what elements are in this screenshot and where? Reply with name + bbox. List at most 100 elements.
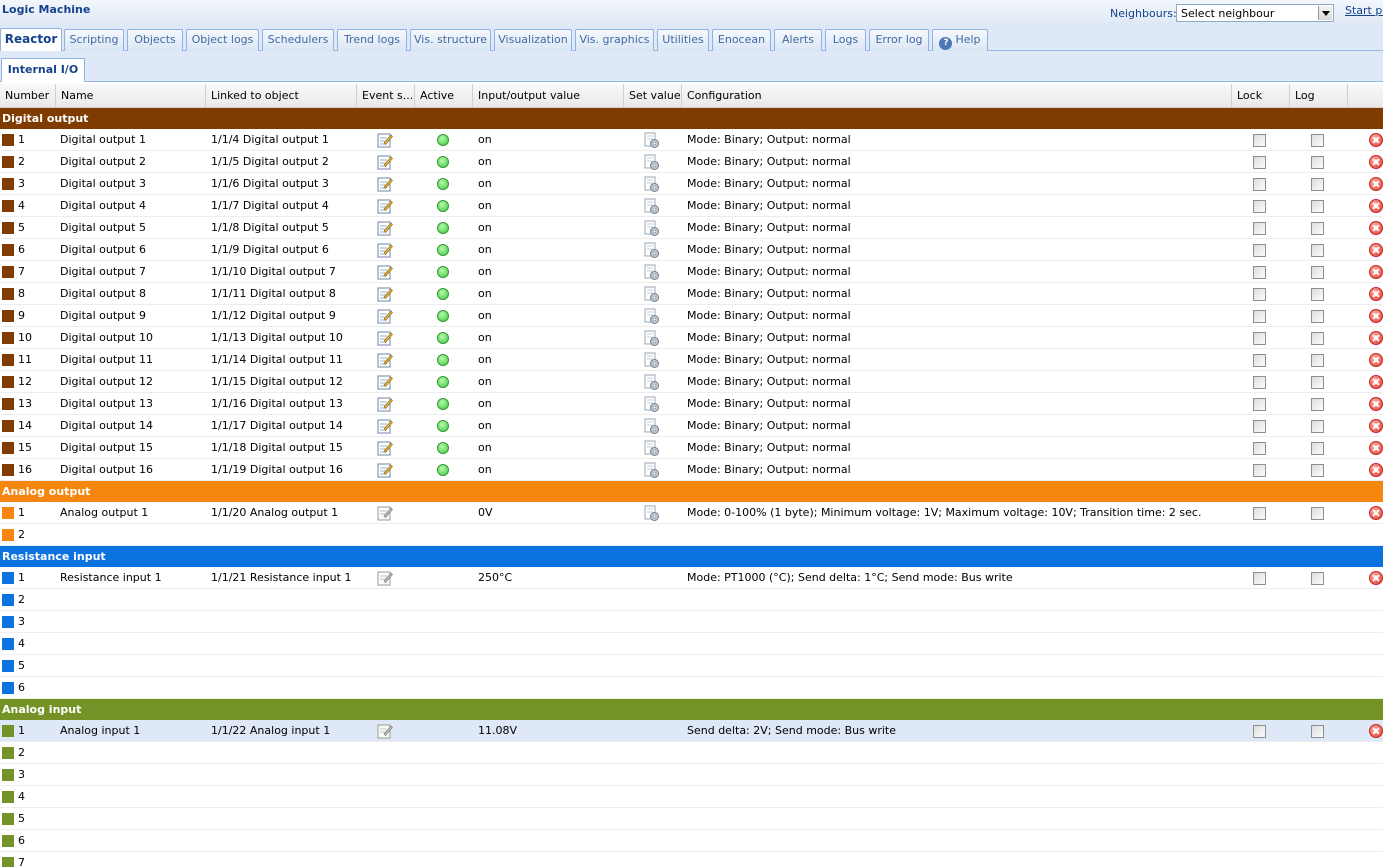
col-event-script[interactable]: Event s... xyxy=(357,84,415,108)
table-row[interactable]: 1 Analog output 1 1/1/20 Analog output 1 0V… xyxy=(0,502,1383,524)
table-row[interactable]: 8 Digital output 8 1/1/11 Digital output 8… xyxy=(0,283,1383,305)
delete-icon[interactable] xyxy=(1369,265,1383,279)
set-value-icon[interactable] xyxy=(643,462,660,479)
log-checkbox[interactable] xyxy=(1311,310,1324,323)
table-row[interactable]: 12 Digital output 12 1/1/15 Digital output… xyxy=(0,371,1383,393)
table-row[interactable]: 3 xyxy=(0,611,1383,633)
lock-checkbox[interactable] xyxy=(1253,725,1266,738)
lock-checkbox[interactable] xyxy=(1253,420,1266,433)
log-checkbox[interactable] xyxy=(1311,266,1324,279)
lock-checkbox[interactable] xyxy=(1253,178,1266,191)
start-page-link[interactable]: Start pa xyxy=(1345,4,1383,17)
lock-checkbox[interactable] xyxy=(1253,376,1266,389)
table-row[interactable]: 13 Digital output 13 1/1/16 Digital output… xyxy=(0,393,1383,415)
lock-checkbox[interactable] xyxy=(1253,507,1266,520)
col-io-value[interactable]: Input/output value xyxy=(473,84,624,108)
edit-script-icon[interactable] xyxy=(377,176,393,192)
table-row[interactable]: 11 Digital output 11 1/1/14 Digital output… xyxy=(0,349,1383,371)
delete-icon[interactable] xyxy=(1369,353,1383,367)
table-row[interactable]: 4 xyxy=(0,633,1383,655)
tab-object-logs[interactable]: Object logs xyxy=(186,29,259,51)
lock-checkbox[interactable] xyxy=(1253,354,1266,367)
table-row[interactable]: 7 Digital output 7 1/1/10 Digital output 7… xyxy=(0,261,1383,283)
table-row[interactable]: 3 Digital output 3 1/1/6 Digital output 3 o… xyxy=(0,173,1383,195)
table-row[interactable]: 1 Digital output 1 1/1/4 Digital output 1 o… xyxy=(0,129,1383,151)
set-value-icon[interactable] xyxy=(643,264,660,281)
lock-checkbox[interactable] xyxy=(1253,398,1266,411)
edit-script-icon[interactable] xyxy=(377,132,393,148)
delete-icon[interactable] xyxy=(1369,199,1383,213)
delete-icon[interactable] xyxy=(1369,463,1383,477)
edit-script-icon[interactable] xyxy=(377,352,393,368)
table-row[interactable]: 7 xyxy=(0,852,1383,867)
log-checkbox[interactable] xyxy=(1311,725,1324,738)
col-name[interactable]: Name xyxy=(56,84,206,108)
set-value-icon[interactable] xyxy=(643,396,660,413)
edit-script-icon[interactable] xyxy=(377,418,393,434)
tab-alerts[interactable]: Alerts xyxy=(774,29,822,51)
table-row[interactable]: 6 xyxy=(0,830,1383,852)
log-checkbox[interactable] xyxy=(1311,398,1324,411)
delete-icon[interactable] xyxy=(1369,724,1383,738)
edit-script-icon[interactable] xyxy=(377,286,393,302)
tab-utilities[interactable]: Utilities xyxy=(657,29,709,51)
log-checkbox[interactable] xyxy=(1311,442,1324,455)
delete-icon[interactable] xyxy=(1369,309,1383,323)
edit-script-icon[interactable] xyxy=(377,264,393,280)
lock-checkbox[interactable] xyxy=(1253,134,1266,147)
log-checkbox[interactable] xyxy=(1311,134,1324,147)
tab-reactor[interactable]: Reactor xyxy=(0,28,62,52)
set-value-icon[interactable] xyxy=(643,176,660,193)
edit-script-icon[interactable] xyxy=(377,462,393,478)
lock-checkbox[interactable] xyxy=(1253,310,1266,323)
tab-trend-logs[interactable]: Trend logs xyxy=(337,29,407,51)
lock-checkbox[interactable] xyxy=(1253,442,1266,455)
lock-checkbox[interactable] xyxy=(1253,572,1266,585)
edit-script-icon[interactable] xyxy=(377,440,393,456)
edit-script-icon[interactable] xyxy=(377,505,393,521)
col-log[interactable]: Log xyxy=(1290,84,1348,108)
table-row[interactable]: 9 Digital output 9 1/1/12 Digital output 9… xyxy=(0,305,1383,327)
set-value-icon[interactable] xyxy=(643,154,660,171)
tab-vis-structure[interactable]: Vis. structure xyxy=(410,29,491,51)
table-row[interactable]: 2 Digital output 2 1/1/5 Digital output 2 o… xyxy=(0,151,1383,173)
delete-icon[interactable] xyxy=(1369,133,1383,147)
edit-script-icon[interactable] xyxy=(377,308,393,324)
log-checkbox[interactable] xyxy=(1311,244,1324,257)
table-row[interactable]: 10 Digital output 10 1/1/13 Digital output… xyxy=(0,327,1383,349)
log-checkbox[interactable] xyxy=(1311,332,1324,345)
col-number[interactable]: Number xyxy=(0,84,56,108)
neighbour-select[interactable]: Select neighbour xyxy=(1176,4,1334,22)
log-checkbox[interactable] xyxy=(1311,288,1324,301)
tab-enocean[interactable]: Enocean xyxy=(712,29,771,51)
chevron-down-icon[interactable] xyxy=(1318,6,1332,20)
table-row[interactable]: 6 xyxy=(0,677,1383,699)
edit-script-icon[interactable] xyxy=(377,242,393,258)
table-row[interactable]: 16 Digital output 16 1/1/19 Digital output… xyxy=(0,459,1383,481)
table-row[interactable]: 5 xyxy=(0,655,1383,677)
edit-script-icon[interactable] xyxy=(377,374,393,390)
table-row[interactable]: 4 xyxy=(0,786,1383,808)
set-value-icon[interactable] xyxy=(643,220,660,237)
table-row[interactable]: 14 Digital output 14 1/1/17 Digital output… xyxy=(0,415,1383,437)
log-checkbox[interactable] xyxy=(1311,354,1324,367)
table-row[interactable]: 5 xyxy=(0,808,1383,830)
log-checkbox[interactable] xyxy=(1311,178,1324,191)
table-row[interactable]: 6 Digital output 6 1/1/9 Digital output 6 o… xyxy=(0,239,1383,261)
edit-script-icon[interactable] xyxy=(377,723,393,739)
log-checkbox[interactable] xyxy=(1311,222,1324,235)
tab-visualization[interactable]: Visualization xyxy=(494,29,572,51)
tab-internal-io[interactable]: Internal I/O xyxy=(1,58,85,82)
delete-icon[interactable] xyxy=(1369,243,1383,257)
tab-error-log[interactable]: Error log xyxy=(869,29,929,51)
table-row[interactable]: 5 Digital output 5 1/1/8 Digital output 5 o… xyxy=(0,217,1383,239)
set-value-icon[interactable] xyxy=(643,330,660,347)
log-checkbox[interactable] xyxy=(1311,507,1324,520)
delete-icon[interactable] xyxy=(1369,221,1383,235)
tab-scripting[interactable]: Scripting xyxy=(64,29,124,51)
table-row[interactable]: 2 xyxy=(0,589,1383,611)
edit-script-icon[interactable] xyxy=(377,330,393,346)
tab-help[interactable]: ? Help xyxy=(932,29,988,51)
delete-icon[interactable] xyxy=(1369,287,1383,301)
log-checkbox[interactable] xyxy=(1311,464,1324,477)
